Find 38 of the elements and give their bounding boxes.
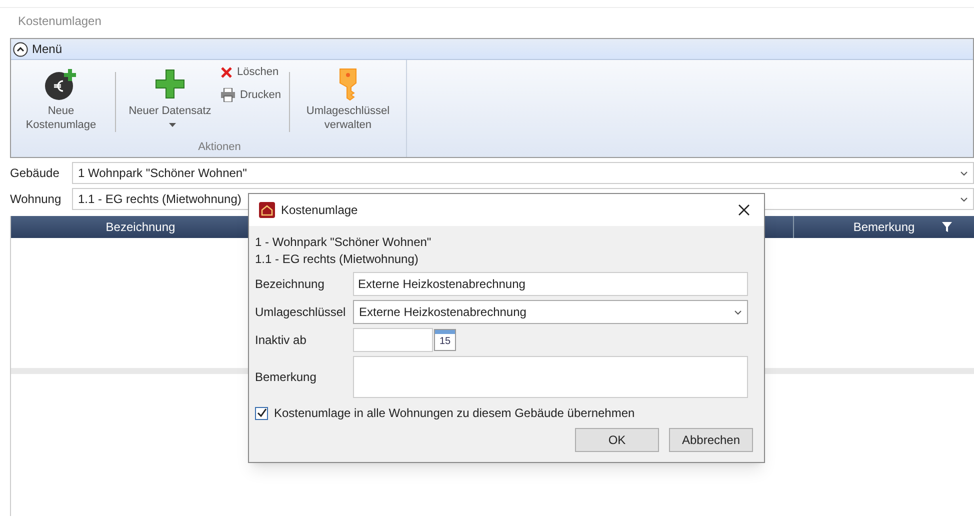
dropdown-field[interactable]: Externe Heizkostenabrechnung (353, 300, 748, 324)
calendar-button[interactable]: 15 (434, 329, 456, 351)
field-label: Inaktiv ab (255, 332, 308, 349)
field-label: Wohnung (10, 191, 62, 208)
date-field[interactable] (353, 328, 433, 352)
dropdown-field[interactable]: 1 Wohnpark "Schöner Wohnen" (72, 162, 974, 184)
field-label: Gebäude (10, 165, 60, 182)
key-icon (336, 67, 359, 101)
euro-globe-icon (44, 67, 78, 101)
field-label: Bemerkung (255, 369, 318, 386)
ribbon-button[interactable]: Neuer Datensatz (120, 60, 220, 132)
context-text: 1.1 - EG rechts (Mietwohnung) (255, 251, 418, 268)
caret-icon (734, 310, 742, 314)
ribbon-button[interactable]: Umlageschlüssel verwalten (298, 60, 398, 132)
caret-icon (168, 123, 176, 128)
caret-icon (960, 196, 968, 202)
textarea-field[interactable] (353, 356, 748, 398)
printer-icon (220, 88, 236, 102)
field-label: Umlageschlüssel (255, 304, 347, 321)
dialog-button[interactable]: Abbrechen (669, 428, 753, 452)
filter-icon[interactable] (942, 222, 952, 232)
menu-bar[interactable]: Menü (11, 39, 973, 60)
dialog-button[interactable]: OK (575, 428, 659, 452)
cross-icon (220, 66, 233, 79)
ribbon-small-button[interactable]: Löschen (220, 64, 281, 80)
group-label: Aktionen (198, 140, 241, 154)
checkbox[interactable] (255, 406, 268, 420)
field-label: Bezeichnung (255, 276, 326, 293)
close-icon (738, 204, 750, 216)
caret-icon (960, 170, 968, 176)
checkbox-label: Kostenumlage in alle Wohnungen zu diesem Gebäude übernehmen (274, 405, 635, 422)
house-icon (259, 202, 275, 218)
ribbon-button[interactable]: Neue Kostenumlage (11, 60, 111, 132)
ribbon-small-button[interactable]: Drucken (220, 86, 281, 103)
window-title: Kostenumlagen (17, 13, 102, 30)
plus-icon (154, 68, 186, 100)
column-header[interactable]: Bemerkung (794, 216, 974, 238)
input-field[interactable]: Externe Heizkostenabrechnung (353, 272, 748, 296)
